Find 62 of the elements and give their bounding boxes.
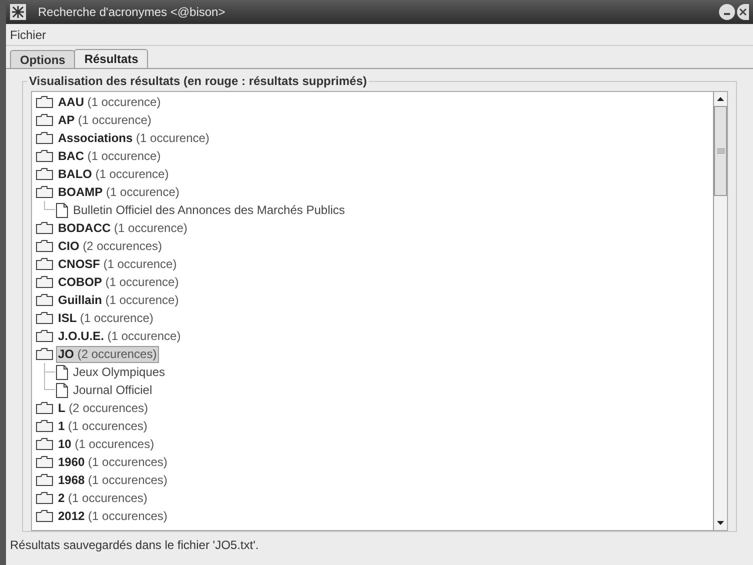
tree-node[interactable]: JO (2 occurences) xyxy=(56,346,159,362)
folder-icon xyxy=(36,186,53,198)
tree-node[interactable]: 1968 (1 occurences) xyxy=(56,472,170,488)
folder-icon xyxy=(36,222,53,234)
scroll-thumb[interactable] xyxy=(714,106,727,196)
group-title: Visualisation des résultats (en rouge : résultats supprimés) xyxy=(27,74,369,88)
tree-node[interactable]: CNOSF (1 occurence) xyxy=(56,256,179,272)
status-message: Résultats sauvegardés dans le fichier 'JO5.txt'. xyxy=(10,537,260,554)
scrollbar[interactable] xyxy=(713,92,727,530)
folder-icon xyxy=(36,276,53,288)
folder-icon xyxy=(36,240,53,252)
tree-connector xyxy=(44,201,56,210)
tree-node[interactable]: L (2 occurences) xyxy=(56,400,150,416)
tree-node[interactable]: 10 (1 occurences) xyxy=(56,436,156,452)
document-icon xyxy=(56,202,68,218)
folder-icon xyxy=(36,474,53,486)
tree-node[interactable]: ISL (1 occurence) xyxy=(56,310,156,326)
folder-icon xyxy=(36,510,53,522)
menu-item[interactable]: Fichier xyxy=(10,26,46,44)
tree-leaf[interactable]: Bulletin Officiel des Annonces des Marchés Publics xyxy=(73,201,345,219)
tree-node[interactable]: BAC (1 occurence) xyxy=(56,148,163,164)
window-title: Recherche d'acronymes <@bison> xyxy=(38,4,226,21)
tree-node[interactable]: Guillain (1 occurence) xyxy=(56,292,181,308)
folder-icon xyxy=(36,438,53,450)
tree-leaf[interactable]: Jeux Olympiques xyxy=(73,363,166,381)
folder-icon xyxy=(36,402,53,414)
close-button[interactable] xyxy=(737,4,749,20)
tree-node[interactable]: AP (1 occurence) xyxy=(56,112,154,128)
folder-icon xyxy=(36,132,53,144)
tree-node[interactable]: 1 (1 occurences) xyxy=(56,418,150,434)
document-icon xyxy=(56,382,68,398)
folder-icon xyxy=(36,312,53,324)
folder-icon xyxy=(36,114,53,126)
tab[interactable]: Résultats xyxy=(74,49,148,68)
app-icon xyxy=(10,4,26,20)
tree-node[interactable]: Associations (1 occurence) xyxy=(56,130,212,146)
close-icon xyxy=(739,8,747,16)
tree-node[interactable]: BOAMP (1 occurence) xyxy=(56,184,182,200)
minimize-button[interactable] xyxy=(719,4,735,20)
tree-leaf[interactable]: Journal Officiel xyxy=(73,381,152,399)
tree-node[interactable]: CIO (2 occurences) xyxy=(56,238,164,254)
tree-node[interactable]: AAU (1 occurence) xyxy=(56,94,163,110)
tree-node[interactable]: 2012 (1 occurences) xyxy=(56,508,170,524)
folder-icon xyxy=(36,348,53,360)
folder-icon xyxy=(36,294,53,306)
tree-node[interactable]: BALO (1 occurence) xyxy=(56,166,171,182)
folder-icon xyxy=(36,96,53,108)
tree-node[interactable]: COBOP (1 occurence) xyxy=(56,274,181,290)
folder-icon xyxy=(36,150,53,162)
document-icon xyxy=(56,364,68,380)
tree-node[interactable]: BODACC (1 occurence) xyxy=(56,220,190,236)
folder-icon xyxy=(36,168,53,180)
folder-icon xyxy=(36,420,53,432)
tree-node[interactable]: J.O.U.E. (1 occurence) xyxy=(56,328,183,344)
tree-node[interactable]: 1960 (1 occurences) xyxy=(56,454,170,470)
tree-node[interactable]: 2 (1 occurences) xyxy=(56,490,150,506)
folder-icon xyxy=(36,258,53,270)
folder-icon xyxy=(36,330,53,342)
folder-icon xyxy=(36,456,53,468)
grip-icon xyxy=(716,148,724,154)
tab[interactable]: Options xyxy=(10,50,76,68)
folder-icon xyxy=(36,492,53,504)
